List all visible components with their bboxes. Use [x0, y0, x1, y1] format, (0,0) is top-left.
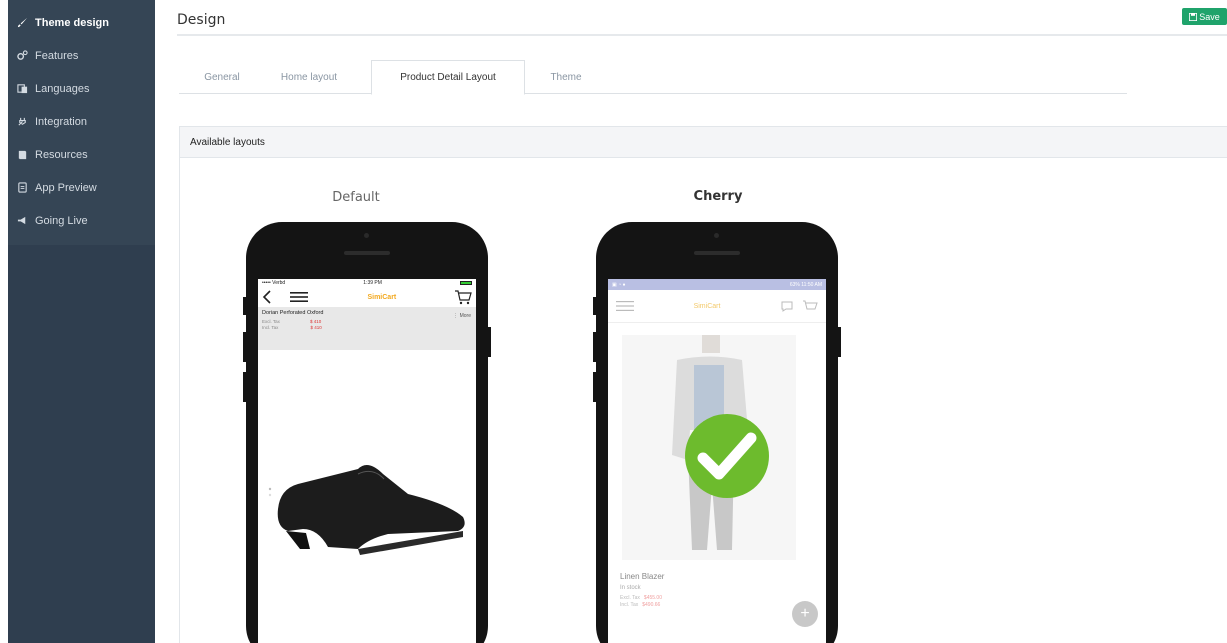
price-row: Excl. Tax $455.00 [620, 595, 664, 601]
tablet-icon [15, 182, 29, 194]
hamburger-menu-icon [289, 292, 308, 302]
app-nav-bar: SimiCart [258, 287, 476, 307]
battery-icon [460, 281, 472, 285]
add-fab-button: + [792, 601, 818, 627]
gears-icon [15, 50, 29, 62]
sidebar-item-integration[interactable]: Integration [8, 105, 155, 138]
tab-product-detail-layout[interactable]: Product Detail Layout [371, 60, 525, 95]
more-label: More [459, 313, 471, 319]
status-bar: ••••• Verbd 1:39 PM [258, 279, 476, 287]
sidebar-item-features[interactable]: Features [8, 39, 155, 72]
price-value: $455.00 [643, 595, 662, 601]
status-time: 1:39 PM [363, 280, 382, 286]
carrier-text: ••••• Verbd [262, 280, 286, 286]
tab-label: Home layout [280, 71, 338, 83]
notification-icons: ▣ ◔ ● [612, 281, 626, 288]
sidebar-item-label: Features [35, 49, 79, 62]
price-label: Incl. Tax [620, 602, 639, 608]
sidebar-item-languages[interactable]: Languages [8, 72, 155, 105]
panel-heading: Available layouts [180, 127, 1227, 158]
tab-label: General [204, 71, 240, 83]
selected-check-icon [685, 414, 769, 498]
layout-name-cherry: Cherry [693, 189, 743, 204]
tab-bar: General Home layout Product Detail Layou… [179, 60, 1127, 95]
phone-button [593, 372, 596, 402]
stock-status: In stock [620, 585, 641, 591]
chat-icon [781, 301, 793, 312]
app-nav-bar: SimiCart [608, 290, 826, 323]
more-menu: ⋮ More [453, 313, 471, 319]
sidebar-item-theme-design[interactable]: Theme design [8, 6, 155, 39]
product-info: Linen Blazer In stock Excl. Tax $455.00 I… [620, 572, 664, 608]
sidebar-item-label: App Preview [35, 181, 97, 194]
page-title: Design [177, 12, 226, 28]
layout-option-cherry[interactable]: ▣ ◔ ● 63% 11:50 AM SimiCart Linen Blazer… [593, 222, 841, 643]
title-divider [177, 34, 1227, 36]
sidebar-item-label: Resources [35, 148, 88, 161]
sidebar: Theme design Features Languages Integrat… [8, 0, 155, 643]
product-name: Dorian Perforated Oxford [262, 310, 324, 316]
sidebar-item-app-preview[interactable]: App Preview [8, 171, 155, 204]
phone-button [838, 327, 841, 357]
battery-level: 63% [789, 281, 800, 288]
tab-general[interactable]: General [187, 60, 257, 94]
phone-button [488, 327, 491, 357]
sidebar-item-label: Going Live [35, 214, 88, 227]
price-label: Incl. Tax [262, 325, 279, 330]
layout-option-default[interactable]: ••••• Verbd 1:39 PM SimiCart Dorian Perf… [243, 222, 491, 643]
status-bar: ▣ ◔ ● 63% 11:50 AM [608, 279, 826, 290]
tab-label: Theme [550, 71, 582, 83]
tab-label: Product Detail Layout [400, 72, 496, 83]
price-row: Incl. Tax $ 410 [262, 325, 472, 330]
product-info: Dorian Perforated Oxford Excl. Tax $ 410… [258, 307, 476, 350]
tab-home-layout[interactable]: Home layout [259, 60, 359, 94]
sidebar-menu: Theme design Features Languages Integrat… [8, 0, 155, 245]
phone-button [243, 372, 246, 402]
phone-camera [714, 233, 719, 238]
sidebar-item-label: Integration [35, 115, 87, 128]
price-row: Incl. Tax $490.66 [620, 602, 664, 608]
sidebar-item-going-live[interactable]: Going Live [8, 204, 155, 237]
phone-camera [364, 233, 369, 238]
cart-icon [455, 290, 472, 305]
price-value: $ 410 [310, 325, 322, 330]
sidebar-item-resources[interactable]: Resources [8, 138, 155, 171]
nav-right-icons [780, 299, 818, 313]
plug-icon [15, 116, 29, 128]
sidebar-item-label: Theme design [35, 16, 109, 29]
cart-icon [803, 300, 818, 310]
hamburger-menu-icon [616, 301, 634, 311]
back-chevron-icon [262, 290, 271, 304]
phone-speaker [694, 251, 740, 255]
translate-icon [15, 83, 29, 95]
price-value: $490.66 [642, 602, 661, 608]
phone-button [243, 332, 246, 362]
phone-button [593, 332, 596, 362]
tab-theme[interactable]: Theme [531, 60, 601, 94]
phone-speaker [344, 251, 390, 255]
app-logo: SimiCart [693, 302, 721, 310]
price-label: Excl. Tax [620, 595, 640, 601]
sidebar-item-label: Languages [35, 82, 90, 95]
price-label: Excl. Tax [262, 319, 280, 324]
phone-screen: ▣ ◔ ● 63% 11:50 AM SimiCart Linen Blazer… [608, 279, 826, 643]
phone-screen: ••••• Verbd 1:39 PM SimiCart Dorian Perf… [258, 279, 476, 643]
product-name: Linen Blazer [620, 572, 665, 581]
status-time: 11:50 AM [801, 281, 822, 288]
phone-button [593, 297, 596, 315]
layout-name-default: Default [332, 190, 380, 205]
app-logo: SimiCart [367, 293, 397, 301]
shoe-image [268, 465, 465, 555]
floppy-icon [1189, 12, 1198, 21]
book-icon [15, 149, 29, 161]
phone-button [243, 297, 246, 315]
status-right: 63% 11:50 AM [790, 282, 822, 288]
megaphone-icon [15, 215, 29, 227]
brush-icon [15, 17, 29, 29]
save-button[interactable]: Save [1182, 8, 1227, 25]
price-row: Excl. Tax $ 410 [262, 319, 472, 324]
price-value: $ 410 [309, 319, 322, 324]
save-button-label: Save [1199, 11, 1220, 22]
